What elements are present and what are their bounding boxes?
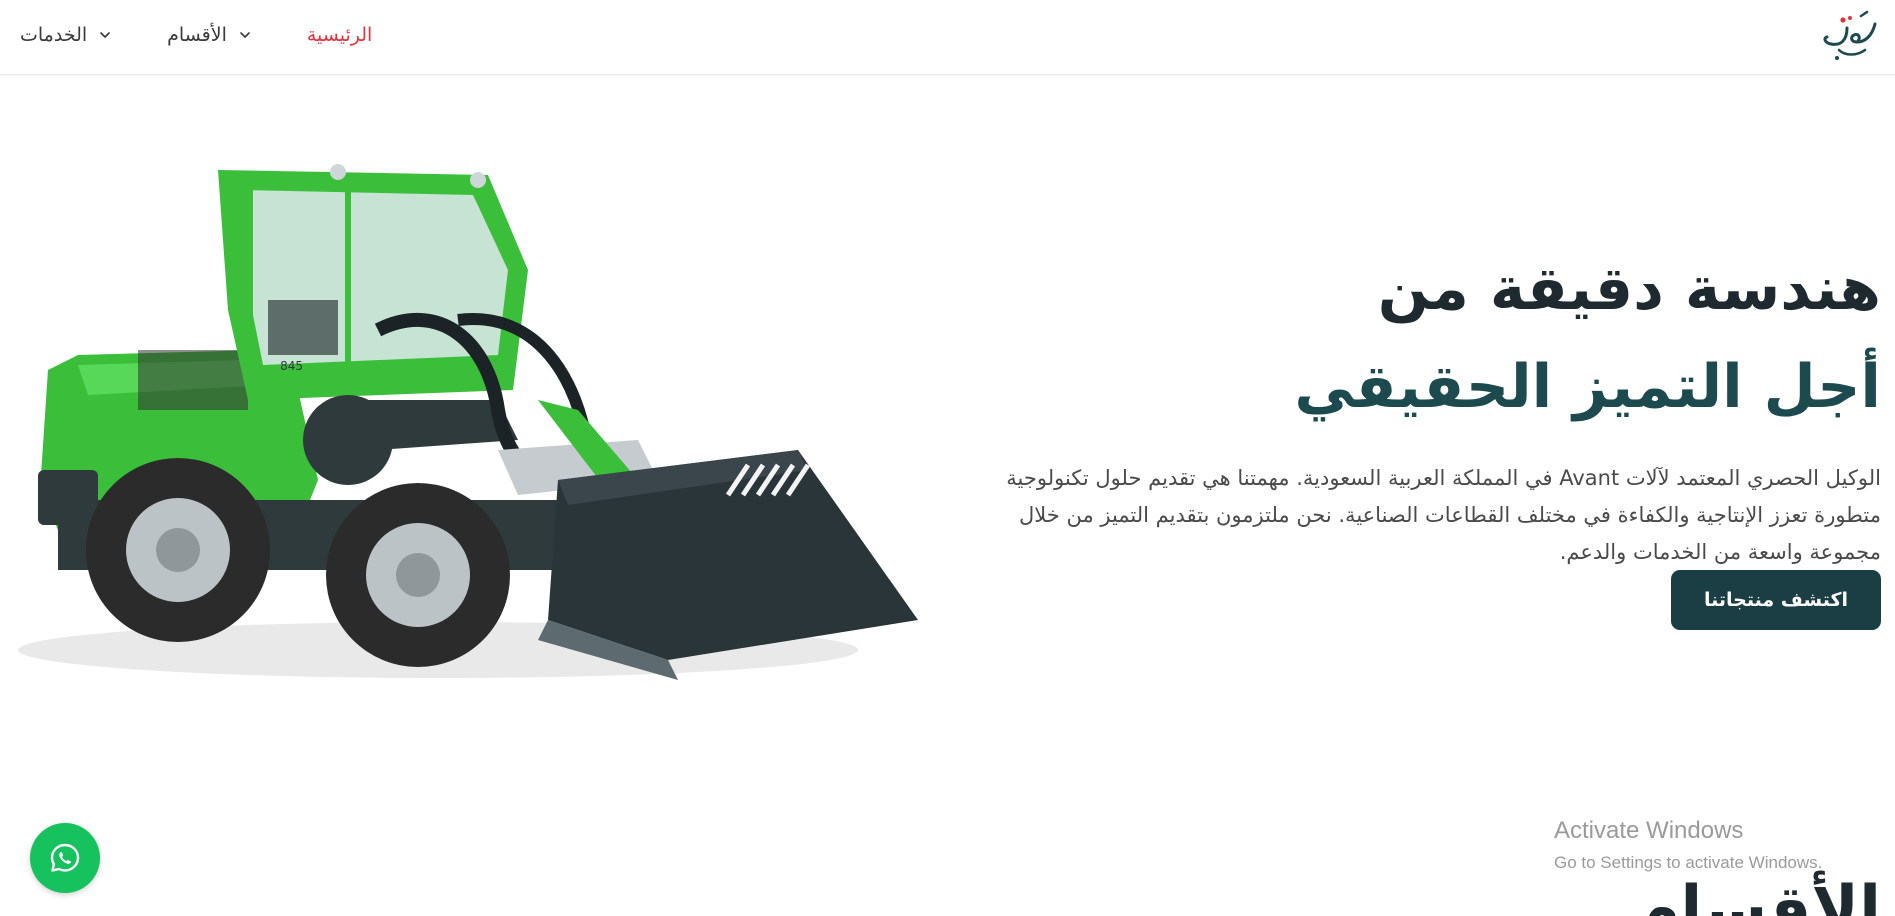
whatsapp-button[interactable]: [30, 823, 100, 893]
windows-activation-watermark: Activate Windows Go to Settings to activ…: [1554, 816, 1822, 876]
nav-item-services[interactable]: الخدمات: [20, 24, 111, 46]
hero-description: الوكيل الحصري المعتمد لآلات Avant في الم…: [1006, 466, 1881, 564]
compact-loader-illustration: 845: [18, 164, 918, 680]
nav-item-label: الخدمات: [20, 24, 88, 46]
hero-title-line-1: هندسة دقيقة من: [1377, 254, 1881, 324]
chevron-down-icon: [100, 32, 110, 38]
watermark-subtitle: Go to Settings to activate Windows.: [1554, 853, 1823, 872]
chevron-down-icon: [240, 32, 250, 38]
nav-item-label: الرئيسية: [306, 24, 373, 46]
hero-title: هندسة دقيقة من أجل التميز الحقيقي: [951, 240, 1881, 436]
discover-products-button[interactable]: اكتشف منتجاتنا: [1671, 570, 1881, 630]
site-header: الرئيسية الأقسام الخدمات: [0, 0, 1895, 75]
hero-title-line-2: أجل التميز الحقيقي: [1294, 352, 1881, 422]
whatsapp-icon: [50, 843, 80, 872]
model-marking: 845: [280, 359, 303, 373]
site-logo[interactable]: [1817, 6, 1881, 66]
nav-item-sections[interactable]: الأقسام: [167, 24, 251, 46]
sections-heading: الأقسام: [1633, 873, 1881, 916]
main-nav: الرئيسية الأقسام الخدمات: [20, 20, 372, 50]
hero-section: هندسة دقيقة من أجل التميز الحقيقي الوكيل…: [951, 240, 1881, 571]
watermark-title: Activate Windows: [1554, 817, 1744, 844]
arabic-calligraphy-logo-icon: [1823, 10, 1877, 60]
hero-loader-image: 845: [18, 150, 923, 695]
nav-item-label: الأقسام: [167, 24, 227, 46]
nav-item-home[interactable]: الرئيسية: [307, 24, 372, 46]
